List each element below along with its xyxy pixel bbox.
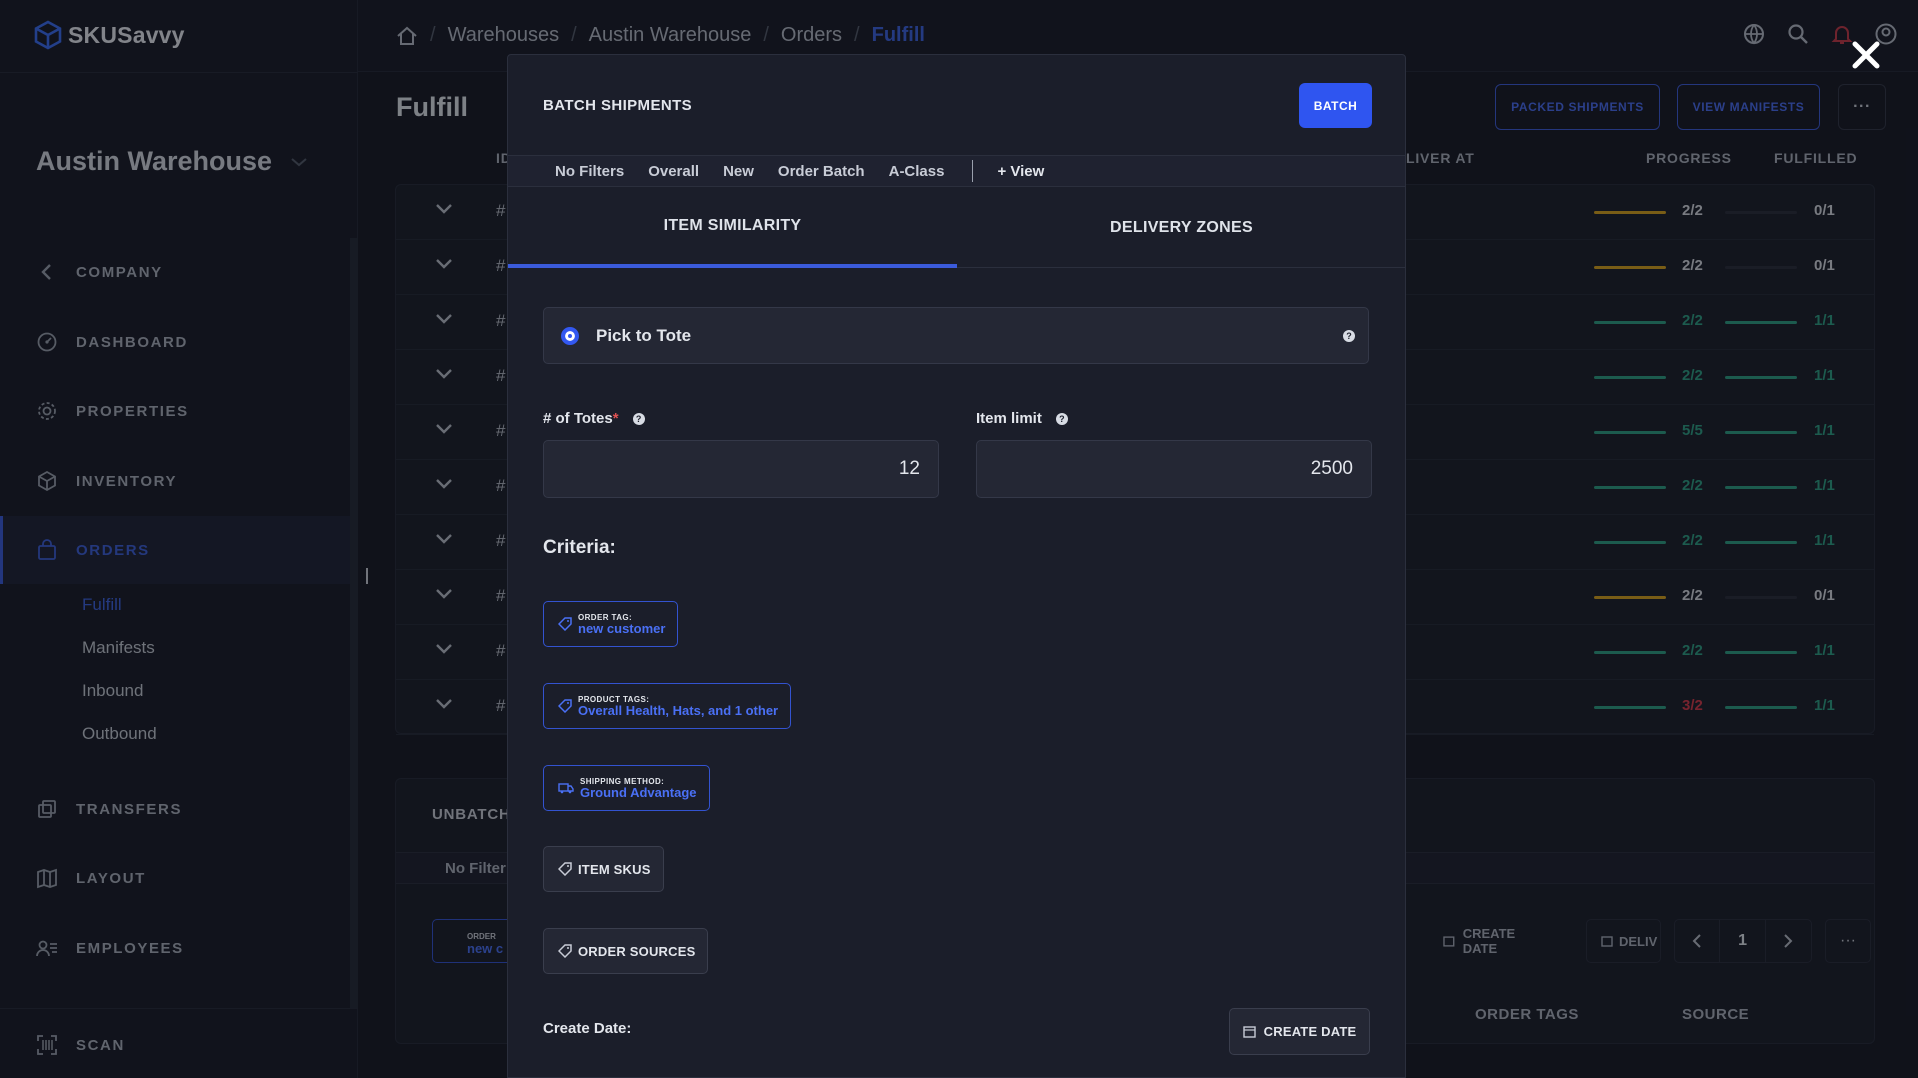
chip-label: ORDER SOURCES xyxy=(578,943,696,959)
radio-selected[interactable] xyxy=(561,327,579,345)
pick-to-tote-label: Pick to Tote xyxy=(596,326,692,345)
chip-value: Ground Advantage xyxy=(580,784,697,800)
totes-input[interactable]: 12 xyxy=(543,440,939,498)
tag-icon xyxy=(558,944,572,958)
tag-icon xyxy=(558,699,572,713)
modal-title: BATCH SHIPMENTS xyxy=(543,97,693,114)
required-marker: * xyxy=(612,410,619,427)
chip-label: ITEM SKUS xyxy=(578,861,651,877)
order-sources-chip[interactable]: ORDER SOURCES xyxy=(543,928,709,974)
add-view-button[interactable]: + View xyxy=(997,163,1044,180)
create-date-button-label: CREATE DATE xyxy=(1263,1024,1357,1039)
pick-to-tote-option[interactable]: Pick to Tote ? xyxy=(543,307,1369,364)
tag-icon xyxy=(558,617,572,631)
help-icon[interactable]: ? xyxy=(632,412,645,425)
tag-icon xyxy=(558,862,572,876)
item-limit-label: Item limit xyxy=(976,410,1042,427)
shipping-method-chip[interactable]: SHIPPING METHOD: Ground Advantage xyxy=(543,765,710,811)
filter-overall[interactable]: Overall xyxy=(648,163,699,180)
order-tag-chip[interactable]: ORDER TAG: new customer xyxy=(543,601,679,647)
help-icon[interactable]: ? xyxy=(1055,412,1068,425)
close-icon[interactable] xyxy=(1849,38,1883,72)
modal-header: BATCH SHIPMENTS BATCH xyxy=(508,55,1405,155)
batch-shipments-modal: BATCH SHIPMENTS BATCH No Filters Overall… xyxy=(507,54,1406,1078)
filter-divider xyxy=(972,160,974,182)
totes-field-label: # of Totes* ? xyxy=(543,410,645,427)
tab-delivery-zones[interactable]: DELIVERY ZONES xyxy=(957,188,1405,268)
filter-no-filters[interactable]: No Filters xyxy=(555,163,624,180)
calendar-icon xyxy=(1242,1026,1256,1038)
tab-item-similarity[interactable]: ITEM SIMILARITY xyxy=(508,188,957,268)
chip-value: new customer xyxy=(578,620,666,636)
product-tags-chip[interactable]: PRODUCT TAGS: Overall Health, Hats, and 1… xyxy=(543,683,792,729)
filter-bar: No Filters Overall New Order Batch A-Cla… xyxy=(508,155,1405,187)
item-limit-field-label: Item limit ? xyxy=(976,410,1068,427)
batch-button[interactable]: BATCH xyxy=(1299,83,1372,128)
help-icon[interactable]: ? xyxy=(1343,330,1355,342)
item-limit-input[interactable]: 2500 xyxy=(976,440,1372,498)
criteria-heading: Criteria: xyxy=(543,537,616,558)
create-date-button[interactable]: CREATE DATE xyxy=(1229,1008,1370,1055)
modal-tabs: ITEM SIMILARITY DELIVERY ZONES xyxy=(508,188,1405,268)
create-date-label: Create Date: xyxy=(543,1020,632,1037)
chip-value: Overall Health, Hats, and 1 other xyxy=(578,702,779,718)
item-skus-chip[interactable]: ITEM SKUS xyxy=(543,846,664,892)
filter-a-class[interactable]: A-Class xyxy=(889,163,945,180)
totes-label: # of Totes xyxy=(543,410,613,427)
filter-new[interactable]: New xyxy=(723,163,754,180)
truck-icon xyxy=(558,783,574,794)
filter-order-batch[interactable]: Order Batch xyxy=(778,163,865,180)
